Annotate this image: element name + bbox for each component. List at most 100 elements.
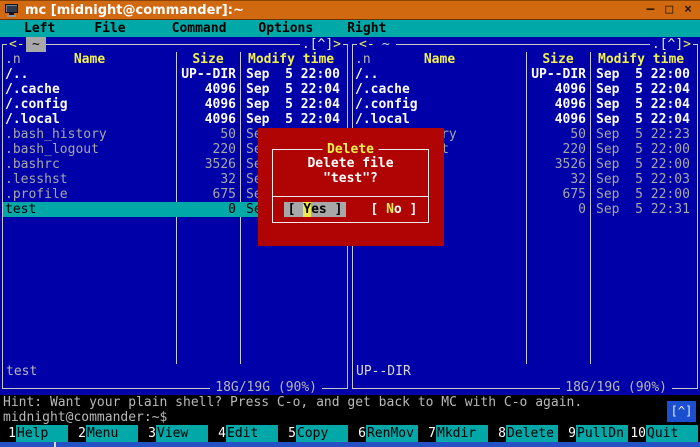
file-row[interactable]: /.cache4096Sep 5 22:04 [353,82,697,97]
file-name: /.config [353,97,526,112]
title-bar: mc [midnight@commander]:~ – □ × [0,0,700,20]
file-mtime: Sep 5 22:04 [240,82,340,97]
history-forward-arrow[interactable]: > [333,37,341,52]
yes-button[interactable]: [ Yes ] [284,202,347,217]
file-size: 4096 [526,97,590,112]
fkey-mkdir-button[interactable]: 7Mkdir [420,425,490,442]
file-size: 220 [176,142,240,157]
file-mtime: Sep 5 22:03 [590,172,690,187]
file-name: /.cache [3,82,176,97]
terminal-icon [5,4,19,17]
fkey-number: 3 [140,425,156,442]
disk-usage: 18G/19G (90%) [560,381,672,395]
menu-file[interactable]: File [94,20,125,37]
file-size: 3526 [526,157,590,172]
breadcrumb[interactable]: ~ [26,37,46,52]
up-dir-icon[interactable]: [^] [310,37,333,52]
column-header-name[interactable]: Name [3,52,176,67]
dialog-message-line1: Delete file [273,156,428,171]
fkey-number: 4 [210,425,226,442]
file-mtime: Sep 5 22:04 [240,97,340,112]
mini-status: UP--DIR [353,364,697,379]
file-name: .lesshst [3,172,176,187]
file-size: 675 [176,187,240,202]
file-size: 4096 [176,97,240,112]
fkey-label: Quit [646,425,698,442]
fkey-menu-button[interactable]: 2Menu [70,425,140,442]
file-size: 50 [526,127,590,142]
fkey-label: Delete [506,425,558,442]
fkey-delete-button[interactable]: 8Delete [490,425,560,442]
file-row[interactable]: /.cache4096Sep 5 22:04 [3,82,347,97]
fkey-number: 1 [0,425,16,442]
dotfiles-indicator: . [652,37,660,52]
file-row[interactable]: /.config4096Sep 5 22:04 [3,97,347,112]
file-row[interactable]: /.local4096Sep 5 22:04 [353,112,697,127]
file-name: /.local [3,112,176,127]
fkey-edit-button[interactable]: 4Edit [210,425,280,442]
fkey-label: View [156,425,208,442]
file-row[interactable]: /.config4096Sep 5 22:04 [353,97,697,112]
history-back-arrow[interactable]: <- [7,37,27,52]
file-name: .bash_history [3,127,176,142]
fkey-label: Help [16,425,68,442]
file-mtime: Sep 5 22:04 [590,97,690,112]
file-size: 4096 [176,82,240,97]
fkey-quit-button[interactable]: 10Quit [630,425,700,442]
column-header-mtime[interactable]: Modify time [598,52,684,67]
file-size: 50 [176,127,240,142]
file-row[interactable]: /..UP--DIRSep 5 22:00 [353,67,697,82]
dotfiles-indicator: . [302,37,310,52]
file-size: UP--DIR [526,67,590,82]
scroll-up-icon[interactable]: [^] [667,401,696,422]
history-forward-arrow[interactable]: > [683,37,691,52]
fkey-label: Copy [296,425,348,442]
fkey-label: Menu [86,425,138,442]
file-mtime: Sep 5 22:00 [590,142,690,157]
maximize-icon[interactable]: □ [665,1,673,19]
file-size: 32 [176,172,240,187]
column-header-name[interactable]: Name [353,52,526,67]
fkey-label: PullDn [576,425,628,442]
history-back-arrow[interactable]: <- [357,37,377,52]
fkey-help-button[interactable]: 1Help [0,425,70,442]
menu-left[interactable]: Left [24,20,55,37]
fkey-copy-button[interactable]: 5Copy [280,425,350,442]
column-header-size[interactable]: Size [526,52,590,67]
resize-grip[interactable] [54,442,56,447]
column-headers: .n Name Size Modify time [3,52,347,67]
file-size: 0 [176,202,240,217]
delete-dialog-frame: Delete Delete file "test"? [ Yes ] [ No … [272,149,429,223]
minimize-icon[interactable]: – [647,1,655,19]
menu-right[interactable]: Right [347,20,386,37]
fkey-renmov-button[interactable]: 6RenMov [350,425,420,442]
menu-command[interactable]: Command [172,20,227,37]
up-dir-icon[interactable]: [^] [660,37,683,52]
fkey-number: 7 [420,425,436,442]
menu-options[interactable]: Options [258,20,313,37]
file-row[interactable]: /.local4096Sep 5 22:04 [3,112,347,127]
breadcrumb[interactable]: ~ [376,37,396,52]
column-header-mtime[interactable]: Modify time [248,52,334,67]
file-size: 220 [526,142,590,157]
fkey-pulldn-button[interactable]: 9PullDn [560,425,630,442]
fkey-label: RenMov [366,425,418,442]
file-name: /.cache [353,82,526,97]
file-name: .bash_logout [3,142,176,157]
file-mtime: Sep 5 22:23 [590,127,690,142]
file-size: 4096 [176,112,240,127]
file-size: UP--DIR [176,67,240,82]
no-button[interactable]: [ No ] [370,202,417,217]
dialog-message-line2: "test"? [273,171,428,186]
command-prompt[interactable]: midnight@commander:~$ [0,410,700,425]
file-row[interactable]: /..UP--DIRSep 5 22:00 [3,67,347,82]
fkey-view-button[interactable]: 3View [140,425,210,442]
column-header-size[interactable]: Size [176,52,240,67]
fkey-number: 6 [350,425,366,442]
file-name: /.config [3,97,176,112]
file-name: /.local [353,112,526,127]
mini-status: test [3,364,347,379]
file-mtime: Sep 5 22:04 [590,82,690,97]
close-icon[interactable]: × [684,1,692,19]
fkey-number: 5 [280,425,296,442]
